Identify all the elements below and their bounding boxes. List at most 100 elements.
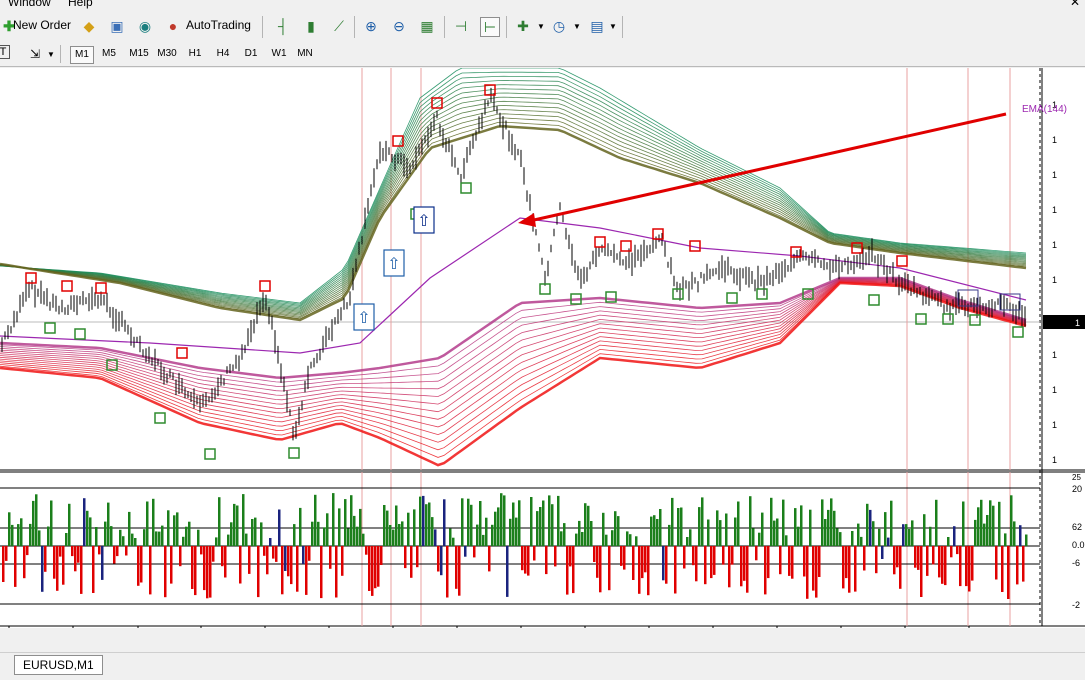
menu-window[interactable]: Window: [8, 0, 51, 9]
timeframe-m1[interactable]: M1: [70, 46, 94, 64]
menu-bar: Window Help ✕: [0, 0, 1085, 10]
histogram-bar-up: [227, 534, 230, 546]
chevron-down-icon[interactable]: ▼: [42, 45, 60, 63]
histogram-bar-up: [491, 524, 494, 546]
histogram-bar-up: [578, 520, 581, 546]
histogram-bar-up: [686, 537, 689, 546]
histogram-bar-up: [761, 512, 764, 546]
bar-chart-icon[interactable]: ┤: [274, 17, 292, 35]
histogram-bar-up: [485, 517, 488, 546]
chart-window[interactable]: ⇧⇧⇧ 9 Aug 15:299 Aug 16:019 Aug 16:339 A…: [0, 67, 1085, 642]
histogram-bar-down: [140, 546, 143, 583]
histogram-bar-up: [542, 500, 545, 546]
histogram-bar-down: [554, 546, 557, 567]
histogram-bar-down: [2, 546, 5, 582]
histogram-bar-up: [536, 511, 539, 546]
history-center-icon[interactable]: ◆: [80, 17, 98, 35]
histogram-bar-up: [479, 501, 482, 546]
histogram-bar-down: [647, 546, 650, 596]
histogram-bar-down: [815, 546, 818, 598]
market-watch-icon[interactable]: ▣: [108, 17, 126, 35]
histogram-bar-up: [983, 523, 986, 546]
histogram-bar-up: [161, 525, 164, 546]
timeframe-m5[interactable]: M5: [98, 46, 120, 62]
histogram-bar-up: [974, 519, 977, 546]
periods-icon[interactable]: ◷: [550, 17, 568, 35]
histogram-bar-down: [713, 546, 716, 575]
histogram-bar-up: [17, 524, 20, 546]
histogram-bar-up: [35, 494, 38, 546]
new-order-button[interactable]: New Order: [13, 18, 71, 32]
histogram-bar-up: [530, 497, 533, 546]
histogram-bar-up: [449, 528, 452, 546]
timeframe-h1[interactable]: H1: [184, 46, 206, 62]
chart-shift-icon[interactable]: ⊣: [452, 17, 470, 35]
histogram-bar-up: [8, 512, 11, 546]
price-label: 1: [1052, 135, 1057, 145]
histogram-bar-up: [89, 517, 92, 546]
close-icon[interactable]: ✕: [1070, 0, 1080, 9]
histogram-bar-up: [497, 507, 500, 546]
up-arrow-icon: ⇧: [387, 256, 400, 273]
histogram-bar-up: [245, 533, 248, 546]
histogram-bar-up: [383, 505, 386, 546]
histogram-bar-down: [224, 546, 227, 578]
histogram-bar-down: [200, 546, 203, 555]
text-tool-icon[interactable]: T: [0, 45, 10, 59]
histogram-bar-up: [215, 537, 218, 546]
timeframe-h4[interactable]: H4: [212, 46, 234, 62]
histogram-bar-up: [908, 529, 911, 546]
histogram-bar-up: [269, 538, 272, 546]
tab-eurusd-m1[interactable]: EURUSD,M1: [14, 655, 103, 675]
autotrading-button[interactable]: AutoTrading: [186, 18, 251, 32]
timeframe-m30[interactable]: M30: [152, 46, 182, 62]
zoom-out-icon[interactable]: ⊖: [390, 17, 408, 35]
autoscroll-icon[interactable]: ⊢: [480, 17, 500, 37]
histogram-bar-down: [620, 546, 623, 566]
chevron-down-icon[interactable]: ▼: [568, 17, 586, 35]
histogram-bar-up: [467, 498, 470, 546]
price-chart[interactable]: ⇧⇧⇧ 9 Aug 15:299 Aug 16:019 Aug 16:339 A…: [0, 67, 1085, 642]
tile-windows-icon[interactable]: ▦: [418, 17, 436, 35]
histogram-bar-up: [890, 500, 893, 546]
zoom-in-icon[interactable]: ⊕: [362, 17, 380, 35]
histogram-bar-up: [725, 513, 728, 546]
chevron-down-icon[interactable]: ▼: [532, 17, 550, 35]
line-chart-icon[interactable]: ⟋: [330, 17, 348, 35]
histogram-bar-up: [860, 536, 863, 546]
histogram-bar-up: [869, 509, 872, 546]
buy-signal-marker: [154, 412, 166, 424]
timeframe-d1[interactable]: D1: [240, 46, 262, 62]
histogram-bar-down: [23, 546, 26, 579]
histogram-bar-up: [326, 513, 329, 546]
signals-icon[interactable]: ◉: [136, 17, 154, 35]
histogram-bar-up: [431, 517, 434, 546]
histogram-bar-down: [284, 546, 287, 571]
histogram-bar-up: [218, 497, 221, 546]
timeframe-mn[interactable]: MN: [294, 46, 316, 62]
histogram-bar-down: [335, 546, 338, 598]
histogram-bar-down: [302, 546, 305, 564]
menu-help[interactable]: Help: [68, 0, 93, 9]
histogram-bar-up: [29, 523, 32, 546]
histogram-bar-up: [107, 502, 110, 546]
price-label: 1: [1052, 385, 1057, 395]
oscillator-scale-label: 25: [1072, 473, 1081, 482]
indicators-icon[interactable]: ✚: [514, 17, 532, 35]
histogram-bar-up: [233, 503, 236, 546]
histogram-bar-up: [782, 499, 785, 546]
histogram-bar-up: [350, 495, 353, 546]
histogram-bar-up: [548, 495, 551, 546]
histogram-bar-up: [998, 501, 1001, 546]
histogram-bar-up: [809, 509, 812, 546]
chevron-down-icon[interactable]: ▼: [604, 17, 622, 35]
ema-ribbons: [0, 67, 1027, 467]
histogram-bar-up: [1025, 534, 1028, 546]
histogram-bar-down: [893, 546, 896, 575]
timeframe-w1[interactable]: W1: [268, 46, 290, 62]
red-ema-line: [0, 278, 1027, 396]
timeframe-m15[interactable]: M15: [124, 46, 154, 62]
candlestick-icon[interactable]: ▮: [302, 17, 320, 35]
histogram-bar-up: [500, 493, 503, 546]
histogram-bar-up: [785, 535, 788, 546]
